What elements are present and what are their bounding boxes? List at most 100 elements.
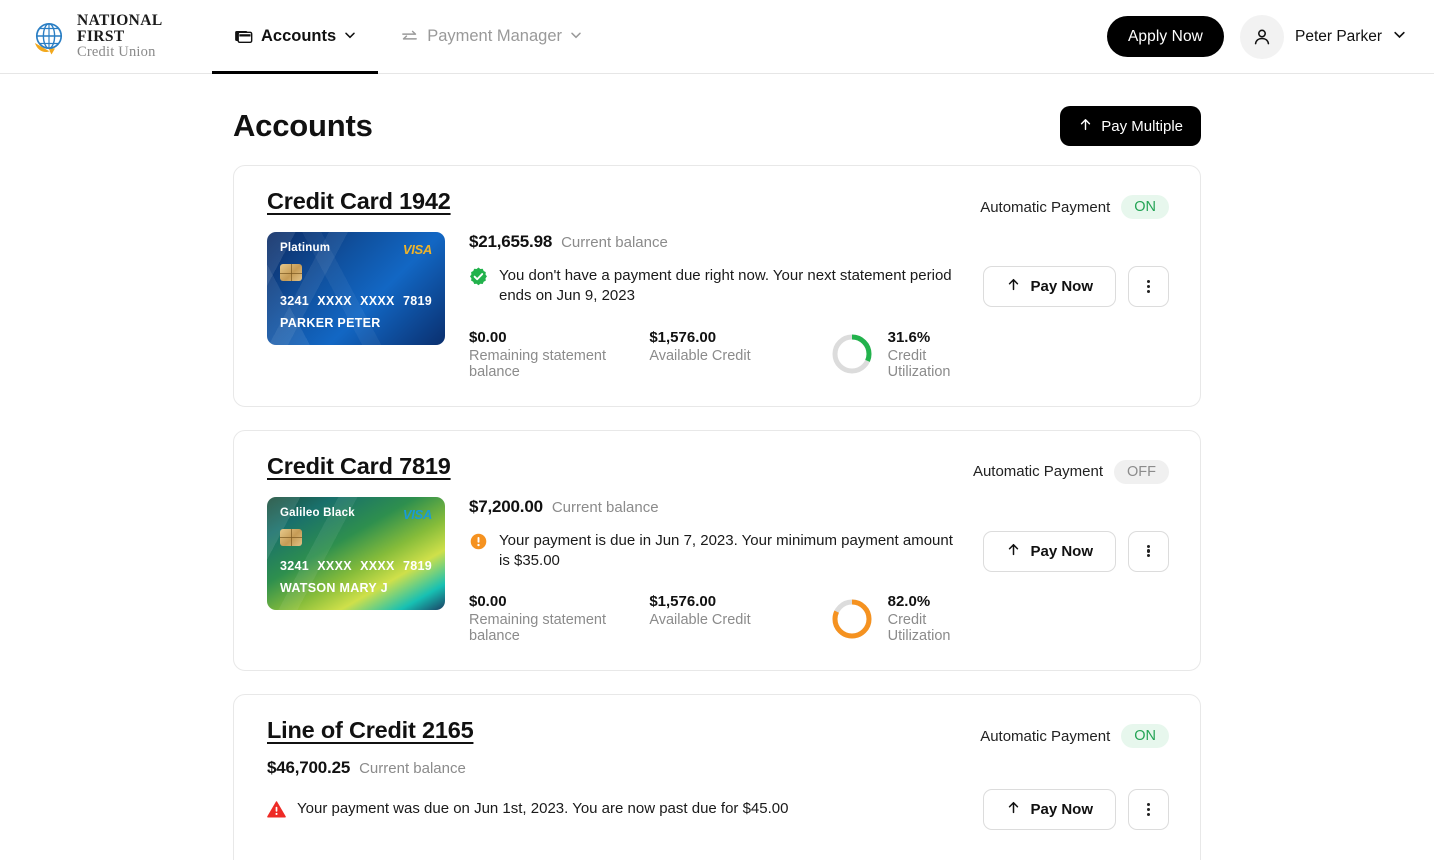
account-title-link[interactable]: Credit Card 1942	[267, 188, 451, 215]
card-number-group-1: 3241	[280, 558, 310, 573]
autopay-badge: OFF	[1114, 459, 1169, 484]
autopay-status: Automatic Payment ON	[980, 188, 1169, 219]
autopay-status: Automatic Payment ON	[980, 717, 1169, 748]
current-balance-amount: $7,200.00	[469, 496, 543, 516]
account-body-row: $46,700.25 Current balance Your payment …	[267, 758, 1169, 830]
credit-utilization-text: 82.0% Credit Utilization	[888, 593, 959, 644]
arrow-up-icon	[1006, 277, 1021, 296]
page-header-row: Accounts Pay Multiple	[233, 74, 1201, 165]
remaining-statement-balance-label: Remaining statement balance	[469, 612, 607, 644]
credit-utilization-donut	[830, 597, 874, 641]
current-balance-amount: $21,655.98	[469, 232, 553, 251]
autopay-badge: ON	[1121, 724, 1169, 748]
available-credit-stat: $1,576.00 Available Credit	[649, 593, 829, 628]
payment-notice-text: Your payment is due in Jun 7, 2023. Your…	[499, 531, 953, 569]
account-header: Credit Card 7819 Automatic Payment OFF	[267, 453, 1169, 484]
card-number-group-4: 7819	[402, 294, 432, 308]
current-balance-label: Current balance	[561, 234, 668, 251]
card-number-group-3: XXXX	[360, 558, 395, 573]
card-number-group-2: XXXX	[317, 294, 352, 308]
brand-name-line1: NATIONAL FIRST	[77, 11, 162, 45]
account-more-menu-button[interactable]	[1128, 530, 1169, 572]
autopay-label: Automatic Payment	[972, 463, 1103, 480]
check-circle-icon	[469, 267, 488, 292]
pay-now-label: Pay Now	[1030, 801, 1093, 818]
nav-item-payment-manager[interactable]: Payment Manager	[378, 0, 604, 74]
card-product-name: Platinum	[280, 242, 331, 254]
remaining-statement-balance-value: $0.00	[469, 593, 507, 610]
account-body: Galileo Black VISA 3241 XXXX XXXX 7819 W…	[267, 496, 1169, 645]
kebab-menu-icon	[1146, 543, 1151, 559]
account-title-link[interactable]: Credit Card 7819	[267, 453, 451, 480]
payment-notice: You don't have a payment due right now. …	[469, 266, 959, 307]
chevron-down-icon	[344, 27, 356, 46]
credit-utilization-value: 31.6%	[887, 328, 931, 346]
nav-item-payment-manager-label: Payment Manager	[427, 27, 563, 45]
card-chip-icon	[280, 264, 302, 281]
pay-now-button[interactable]: Pay Now	[983, 266, 1116, 307]
card-number-group-2: XXXX	[317, 558, 352, 573]
globe-arrow-logo-icon	[28, 17, 68, 57]
brand-logo[interactable]: NATIONAL FIRST Credit Union	[0, 11, 200, 61]
autopay-label: Automatic Payment	[980, 727, 1111, 745]
kebab-menu-icon	[1146, 802, 1151, 818]
user-menu[interactable]: Peter Parker	[1239, 14, 1406, 59]
account-stats: $0.00 Remaining statement balance $1,576…	[469, 329, 959, 380]
credit-utilization-value: 82.0%	[887, 593, 931, 610]
arrow-up-icon	[1078, 117, 1093, 136]
card-number: 3241 XXXX XXXX 7819	[280, 294, 432, 308]
card-number-group-3: XXXX	[360, 294, 395, 308]
account-title-link[interactable]: Line of Credit 2165	[267, 717, 474, 744]
current-balance-label: Current balance	[551, 498, 659, 516]
credit-utilization-label: Credit Utilization	[887, 347, 951, 380]
main-nav: Accounts Payment Manager	[212, 0, 604, 74]
header-actions: Apply Now Peter Parker	[1106, 14, 1434, 59]
card-holder-name: PARKER PETER	[280, 316, 381, 330]
pay-now-button[interactable]: Pay Now	[983, 789, 1116, 830]
transfer-arrows-icon	[400, 27, 419, 46]
available-credit-value: $1,576.00	[649, 328, 717, 346]
arrow-up-icon	[1006, 800, 1021, 819]
pay-now-button[interactable]: Pay Now	[983, 530, 1116, 572]
account-more-menu-button[interactable]	[1128, 266, 1169, 307]
pay-multiple-label: Pay Multiple	[1101, 117, 1183, 135]
page-content: Accounts Pay Multiple Credit Card 1942 A…	[0, 74, 1434, 860]
credit-utilization-stat: 82.0% Credit Utilization	[830, 593, 959, 644]
card-holder-name: WATSON MARY J	[280, 580, 388, 595]
credit-utilization-stat: 31.6% Credit Utilization	[830, 329, 959, 380]
current-balance-row: $21,655.98 Current balance	[469, 232, 959, 252]
pay-now-label: Pay Now	[1030, 278, 1093, 295]
exclamation-circle-icon	[469, 532, 488, 557]
account-details: $46,700.25 Current balance Your payment …	[267, 758, 983, 830]
autopay-status: Automatic Payment OFF	[973, 453, 1169, 484]
nav-item-accounts[interactable]: Accounts	[212, 0, 379, 74]
account-more-menu-button[interactable]	[1128, 789, 1169, 830]
remaining-statement-balance-stat: $0.00 Remaining statement balance	[469, 329, 649, 380]
account-body: $46,700.25 Current balance Your payment …	[267, 758, 1169, 860]
account-header: Credit Card 1942 Automatic Payment ON	[267, 188, 1169, 219]
account-actions: Pay Now	[983, 497, 1169, 645]
apply-now-button[interactable]: Apply Now	[1106, 16, 1224, 57]
cards-stack-icon	[234, 27, 253, 46]
credit-utilization-text: 31.6% Credit Utilization	[888, 329, 959, 380]
account-card: Credit Card 7819 Automatic Payment OFF G…	[233, 429, 1201, 671]
autopay-badge: ON	[1121, 195, 1169, 219]
arrow-up-icon	[1006, 542, 1021, 561]
account-details: $21,655.98 Current balance You don't hav…	[469, 232, 959, 380]
card-chip-icon	[280, 528, 302, 546]
content-container: Accounts Pay Multiple Credit Card 1942 A…	[233, 74, 1201, 860]
account-card: Line of Credit 2165 Automatic Payment ON…	[233, 694, 1201, 860]
kebab-menu-icon	[1146, 279, 1151, 295]
page-title: Accounts	[233, 108, 373, 143]
nav-item-accounts-label: Accounts	[261, 27, 337, 45]
payment-notice: Your payment was due on Jun 1st, 2023. Y…	[267, 799, 983, 825]
account-actions: Pay Now	[983, 232, 1169, 380]
current-balance-label: Current balance	[359, 760, 466, 777]
pay-multiple-button[interactable]: Pay Multiple	[1060, 106, 1201, 146]
account-body: Platinum VISA 3241 XXXX XXXX 7819 PARKER…	[267, 232, 1169, 380]
card-number: 3241 XXXX XXXX 7819	[280, 559, 432, 573]
visa-logo-icon: VISA	[402, 506, 432, 522]
card-number-group-1: 3241	[280, 294, 310, 308]
warning-triangle-icon	[267, 800, 286, 825]
account-actions: Pay Now	[983, 758, 1169, 830]
